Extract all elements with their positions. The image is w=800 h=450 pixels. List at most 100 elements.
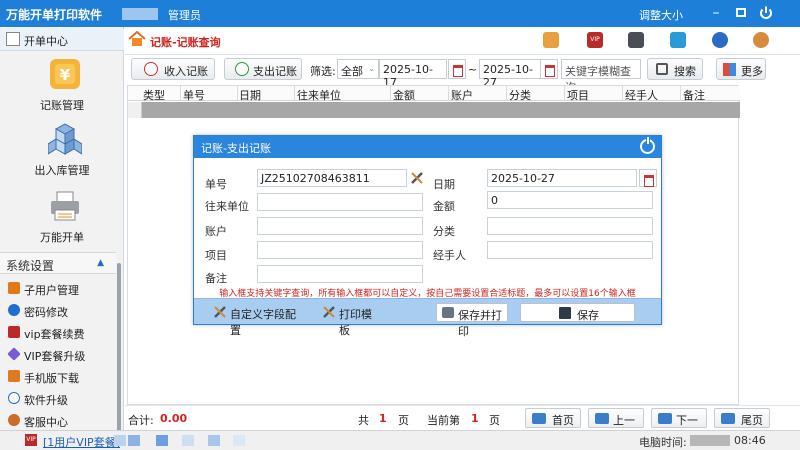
search-label: 搜索 (674, 65, 696, 78)
power-icon[interactable] (756, 3, 776, 23)
sidebar-item-vip-renew[interactable]: vip套餐续费 (2, 322, 114, 342)
user-key-icon[interactable] (712, 32, 728, 48)
column-header[interactable]: 账户 (451, 87, 473, 103)
sidebar-item-accounting[interactable]: ¥ 记账管理 (0, 57, 124, 125)
sidebar-item-upgrade[interactable]: 软件升级 (2, 388, 114, 408)
sidebar-item-billing[interactable]: 万能开单 (0, 189, 124, 257)
custom-fields-button[interactable]: 自定义字段配置 (212, 303, 302, 337)
keyword-search-input[interactable]: 关键字模糊查询 (561, 59, 641, 94)
close-icon[interactable] (640, 137, 655, 154)
remark-field[interactable] (257, 265, 423, 283)
last-page-label: 尾页 (741, 414, 763, 427)
order-no-value: JZ25102708463811 (261, 172, 370, 185)
save-button[interactable]: 保存 (520, 303, 635, 322)
minimize-icon[interactable]: – (706, 3, 726, 23)
system-settings-header[interactable]: 系统设置 ▲ (0, 252, 116, 274)
date-label: 日期 (433, 178, 455, 191)
save-print-button[interactable]: 保存并打印 (436, 303, 508, 338)
table-row[interactable] (142, 102, 740, 118)
sidebar-item-inventory[interactable]: 出入库管理 (0, 122, 124, 190)
more-label: 更多 (741, 65, 763, 78)
date-from-field[interactable]: 2025-10-17 (379, 59, 447, 89)
last-page-button[interactable]: 尾页 (714, 408, 770, 428)
partner-field[interactable] (257, 193, 423, 211)
amount-field[interactable]: 0 (487, 191, 653, 209)
resize-button[interactable]: 调整大小 (639, 7, 683, 23)
expense-button[interactable]: 支出记账 (224, 58, 302, 80)
column-header[interactable]: 金额 (393, 87, 415, 103)
income-label: 收入记账 (164, 65, 208, 78)
printer-icon (51, 191, 79, 221)
column-header[interactable]: 往来单位 (297, 87, 341, 103)
chevron-down-icon: ⌄ (368, 64, 375, 73)
account-field[interactable] (257, 217, 423, 235)
wrench-icon[interactable] (409, 170, 425, 186)
vip-plan-link[interactable]: [1用户VIP套餐] (43, 434, 120, 450)
column-header[interactable]: 备注 (683, 87, 705, 103)
calculator-icon[interactable] (628, 32, 644, 48)
print-template-button[interactable]: 打印模板 (321, 303, 381, 337)
sidebar-scrollbar[interactable] (117, 263, 121, 450)
sidebar-item-label: 密码修改 (24, 306, 68, 319)
network-icon[interactable] (670, 32, 686, 48)
wrench-icon (323, 306, 335, 318)
column-header[interactable]: 类型 (143, 87, 165, 103)
boxes-icon (48, 123, 82, 155)
calendar-icon[interactable] (540, 59, 558, 79)
pages-suffix: 页 (398, 414, 409, 427)
pagination-bar: 合计: 0.00 共 1 页 当前第 1 页 首页 上一页 下一页 尾页 (125, 405, 800, 443)
project-label: 项目 (205, 249, 227, 262)
date-to-field[interactable]: 2025-10-27 (479, 59, 547, 89)
filter-select[interactable]: 全部 ⌄ (337, 59, 379, 79)
current-page-suffix: 页 (489, 414, 500, 427)
column-header[interactable]: 日期 (239, 87, 261, 103)
sidebar-item-password[interactable]: 密码修改 (2, 300, 114, 320)
sidebar-header-label: 开单中心 (24, 35, 68, 48)
sidebar-item-vip-upgrade[interactable]: VIP套餐升级 (2, 344, 114, 364)
calendar-icon[interactable] (639, 169, 657, 187)
first-page-button[interactable]: 首页 (525, 408, 581, 428)
blurred-info (114, 435, 126, 446)
row-header (128, 102, 142, 118)
prev-page-button[interactable]: 上一页 (588, 408, 644, 443)
sidebar-item-sub-users[interactable]: 子用户管理 (2, 278, 114, 298)
amount-value: 0 (491, 194, 498, 207)
order-no-field[interactable]: JZ25102708463811 (257, 169, 407, 187)
amount-label: 金额 (433, 200, 455, 213)
more-button[interactable]: 更多 (716, 58, 766, 80)
project-field[interactable] (257, 241, 423, 259)
sidebar-item-mobile-download[interactable]: 手机版下载 (2, 366, 114, 386)
column-header[interactable]: 项目 (567, 87, 589, 103)
service-icon[interactable] (753, 32, 769, 48)
search-button[interactable]: 搜索 (647, 58, 703, 80)
column-header[interactable]: 分类 (509, 87, 531, 103)
next-page-button[interactable]: 下一页 (651, 408, 707, 443)
collapse-icon[interactable]: ▲ (97, 258, 104, 268)
home-icon[interactable] (543, 32, 559, 48)
date-field[interactable]: 2025-10-27 (487, 169, 637, 187)
filter-value: 全部 (341, 65, 363, 78)
sidebar-item-label: 出入库管理 (34, 164, 90, 177)
vip-icon[interactable]: VIP (587, 32, 603, 48)
wrench-icon (214, 306, 226, 318)
maximize-icon[interactable] (731, 3, 751, 23)
order-no-label: 单号 (205, 178, 227, 191)
income-button[interactable]: 收入记账 (131, 58, 215, 80)
save-label: 保存 (577, 309, 599, 322)
category-field[interactable] (487, 217, 653, 235)
dialog-body: 单号 JZ25102708463811 日期 2025-10-27 往来单位 金… (194, 158, 661, 298)
home-icon (128, 31, 146, 46)
column-header[interactable]: 经手人 (625, 87, 658, 103)
save-print-label: 保存并打印 (458, 309, 502, 338)
sidebar-item-label: 子用户管理 (24, 284, 79, 297)
column-header[interactable]: 单号 (183, 87, 205, 103)
handler-field[interactable] (487, 241, 653, 259)
sidebar-header[interactable]: 开单中心 (0, 29, 124, 51)
date-value: 2025-10-27 (491, 172, 555, 185)
calendar-icon[interactable] (448, 59, 466, 79)
sidebar-item-service[interactable]: 客服中心 (2, 410, 114, 430)
total-value: 0.00 (160, 412, 188, 425)
upgrade-icon (8, 392, 20, 404)
total-pages: 1 (379, 412, 387, 425)
expense-record-dialog: 记账-支出记账 单号 JZ25102708463811 日期 2025-10-2… (193, 135, 662, 338)
